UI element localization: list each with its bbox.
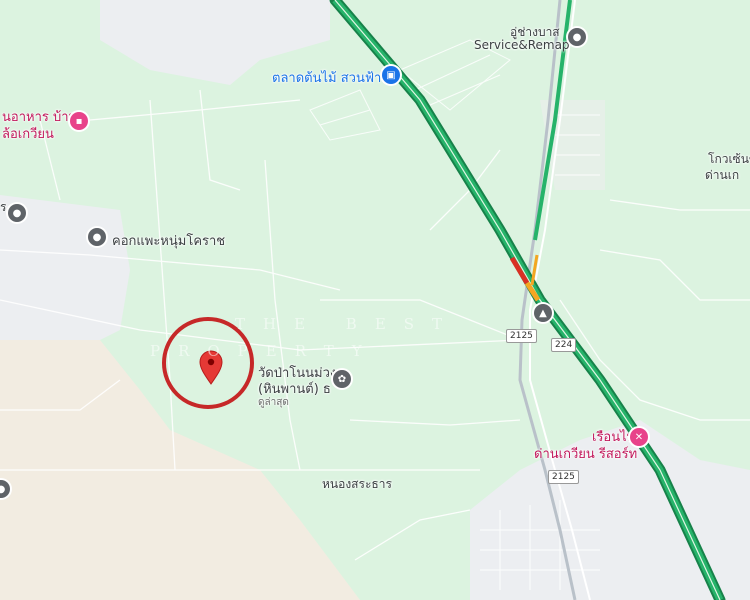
route-shield-2125-upper: 2125 <box>506 329 537 343</box>
poi-resort-label-2[interactable]: ด่านเกวียน รีสอร์ท <box>534 443 637 464</box>
poi-market-label[interactable]: ตลาดต้นไม้ สวนฟ้าใส <box>272 67 396 88</box>
graduation-cap-icon[interactable]: ▲ <box>534 304 552 322</box>
poi-left-edge-label[interactable]: ร <box>0 198 6 217</box>
map-canvas[interactable] <box>0 0 750 600</box>
route-shield-2125-lower: 2125 <box>548 470 579 484</box>
temple-icon[interactable]: ✿ <box>333 370 351 388</box>
shopping-bag-icon[interactable]: ▣ <box>382 66 400 84</box>
resort-icon[interactable]: ✕ <box>630 428 648 446</box>
poi-farm-label[interactable]: คอกแพะหนุ่มโคราช <box>112 230 225 251</box>
right-edge-label-2[interactable]: ด่านเก <box>705 166 739 185</box>
route-shield-224: 224 <box>551 338 577 352</box>
poi-temple-sublabel: ดูล่าสุด <box>258 397 289 408</box>
watermark-line-2: PROPERTY <box>150 342 380 360</box>
watermark-line-1: THE BEST <box>235 315 461 333</box>
village-label: หนองสระธาร <box>322 477 392 491</box>
left-edge-place-pin-icon[interactable]: ● <box>8 204 26 222</box>
farm-place-pin-icon[interactable]: ● <box>88 228 106 246</box>
restaurant-icon[interactable]: ▪ <box>70 112 88 130</box>
poi-service-label-2[interactable]: Service&Remap <box>474 38 570 52</box>
poi-restaurant-label-2[interactable]: ล้อเกวียน <box>2 123 54 144</box>
service-place-pin-icon[interactable]: ● <box>568 28 586 46</box>
